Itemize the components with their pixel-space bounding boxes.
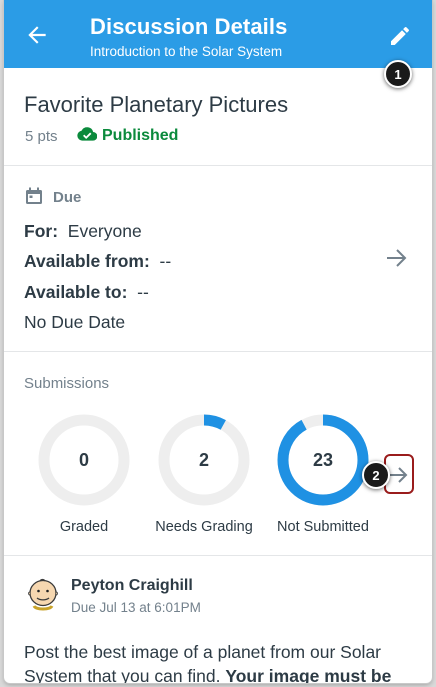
- available-from-row: Available from: --: [24, 251, 171, 272]
- callout-1: 1: [384, 60, 412, 88]
- submissions-heading: Submissions: [24, 375, 110, 392]
- page-title: Discussion Details: [90, 14, 288, 39]
- due-for-row: For: Everyone: [24, 221, 142, 242]
- needs-grading-label: Needs Grading: [155, 519, 253, 535]
- available-from-label: Available from:: [24, 251, 150, 271]
- no-due-date: No Due Date: [24, 312, 126, 332]
- arrow-right-icon[interactable]: [389, 466, 409, 484]
- graded-label: Graded: [59, 519, 109, 535]
- for-label: For:: [24, 221, 59, 241]
- graded-count: 0: [78, 450, 89, 470]
- available-from-value: --: [159, 251, 172, 271]
- back-arrow-icon[interactable]: [24, 22, 50, 48]
- pencil-icon[interactable]: [388, 24, 412, 48]
- not-submitted-label: Not Submitted: [277, 519, 369, 535]
- app-bar: Discussion Details Introduction to the S…: [4, 0, 432, 68]
- calendar-icon: [26, 187, 42, 204]
- points-label: 5 pts: [25, 128, 58, 145]
- needs-grading-count: 2: [198, 450, 209, 470]
- divider: [4, 165, 432, 166]
- for-value: Everyone: [67, 221, 142, 241]
- available-to-label: Available to:: [24, 282, 128, 302]
- divider: [4, 351, 432, 352]
- due-heading: Due: [53, 189, 82, 206]
- published-status: Published: [102, 127, 179, 144]
- post-due-date: Due Jul 13 at 6:01PM: [71, 600, 201, 615]
- available-to-value: --: [137, 282, 149, 302]
- not-submitted-count: 23: [312, 450, 334, 470]
- divider: [4, 555, 432, 556]
- avatar[interactable]: [24, 573, 62, 611]
- body-text-bold: Your image must be: [225, 666, 392, 683]
- available-to-row: Available to: --: [24, 282, 149, 303]
- callout-2: 2: [362, 461, 390, 489]
- arrow-right-icon[interactable]: [386, 248, 408, 268]
- app-frame: Discussion Details Introduction to the S…: [4, 0, 432, 683]
- page-subtitle: Introduction to the Solar System: [90, 44, 283, 59]
- cloud-check-icon: [77, 127, 97, 141]
- discussion-title: Favorite Planetary Pictures: [24, 92, 289, 117]
- discussion-body: Post the best image of a planet from our…: [24, 640, 416, 683]
- author-name: Peyton Craighill: [71, 577, 193, 594]
